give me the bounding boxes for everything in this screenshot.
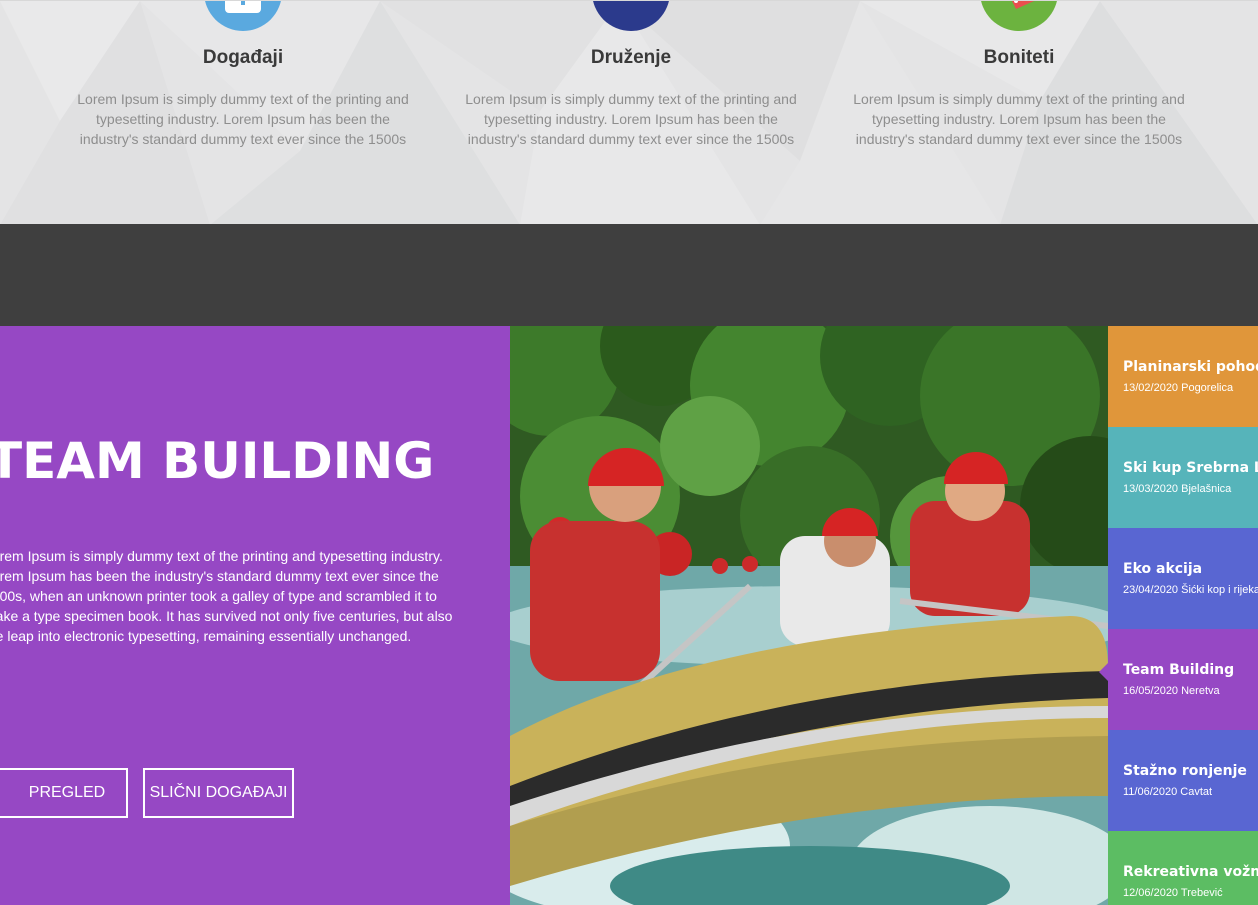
event-description: Lorem Ipsum is simply dummy text of the … [0, 548, 453, 644]
event-item-name: Rekreativna vožnja [1123, 864, 1258, 880]
active-indicator-notch [1099, 663, 1108, 681]
calendar-icon [204, 1, 282, 31]
event-item-meta: 13/03/2020 Bjelašnica [1123, 483, 1232, 495]
feature-text: Lorem Ipsum is simply dummy text of the … [853, 91, 1185, 147]
event-detail-panel: TEAM BUILDING Lorem Ipsum is simply dumm… [0, 326, 510, 905]
event-item-name: Eko akcija [1123, 561, 1203, 577]
feature-text: Lorem Ipsum is simply dummy text of the … [465, 91, 797, 147]
event-list-item[interactable]: Ski kup Srebrna Lisica 13/03/2020 Bjelaš… [1108, 427, 1258, 528]
event-list-item[interactable]: Rekreativna vožnja 12/06/2020 Trebević [1108, 831, 1258, 905]
event-list-item[interactable]: Eko akcija 23/04/2020 Šićki kop i rijeka [1108, 528, 1258, 629]
event-title: TEAM BUILDING [0, 432, 435, 490]
discount-tag-icon [980, 1, 1058, 31]
event-item-name: Planinarski pohod [1123, 359, 1258, 375]
feature-title: Događaji [202, 47, 284, 68]
event-item-meta: 13/02/2020 Pogorelica [1123, 382, 1234, 394]
feature-text: Lorem Ipsum is simply dummy text of the … [77, 91, 409, 147]
event-item-meta: 12/06/2020 Trebević [1123, 887, 1223, 899]
event-photo [510, 326, 1108, 905]
event-item-meta: 16/05/2020 Neretva [1123, 685, 1220, 697]
dark-divider [0, 224, 1258, 326]
feature-title: Druženje [590, 47, 672, 68]
event-list-item[interactable]: Planinarski pohod 13/02/2020 Pogorelica [1108, 326, 1258, 427]
people-icon [592, 1, 670, 31]
event-item-name: Ski kup Srebrna Lisica [1123, 460, 1258, 476]
features-section: Događaji Lorem Ipsum is simply dummy tex… [0, 0, 1258, 224]
event-list: Planinarski pohod 13/02/2020 Pogorelica … [1108, 326, 1258, 905]
review-button[interactable]: PREGLED [0, 768, 128, 818]
event-list-item[interactable]: Stažno ronjenje 11/06/2020 Cavtat [1108, 730, 1258, 831]
event-item-meta: 11/06/2020 Cavtat [1123, 786, 1213, 798]
event-item-name: Team Building [1123, 662, 1235, 678]
feature-title: Boniteti [983, 47, 1055, 68]
similar-events-button[interactable]: SLIČNI DOGAĐAJI [143, 768, 294, 818]
event-item-meta: 23/04/2020 Šićki kop i rijeka [1123, 584, 1258, 596]
event-list-item-active[interactable]: Team Building 16/05/2020 Neretva [1108, 629, 1258, 730]
event-item-name: Stažno ronjenje [1123, 763, 1247, 779]
